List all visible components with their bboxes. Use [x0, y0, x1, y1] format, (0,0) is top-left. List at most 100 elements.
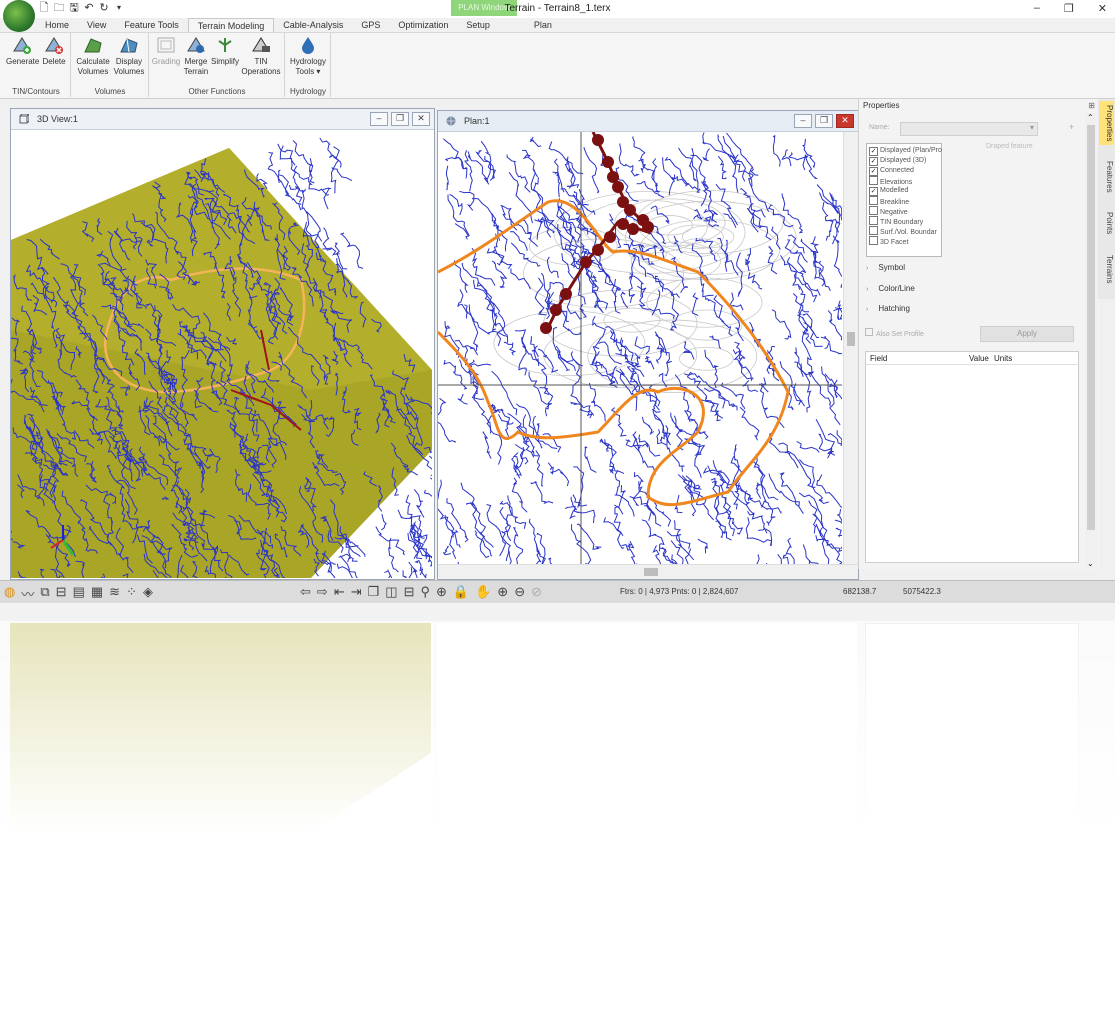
column-field[interactable]: Field	[870, 354, 887, 363]
close-button[interactable]: ✕	[1098, 2, 1107, 15]
scroll-up-icon[interactable]: ⌃	[1087, 113, 1094, 122]
check-item[interactable]: ✓ Displayed (3D)	[869, 156, 926, 166]
checkbox[interactable]: ✓	[869, 157, 878, 166]
checkbox[interactable]	[869, 196, 878, 205]
grid-icon[interactable]: ▦	[91, 584, 103, 603]
check-item[interactable]: TIN Boundary	[869, 216, 923, 226]
view-3d-close-button[interactable]: ✕	[412, 112, 430, 126]
check-item[interactable]: 3D Facet	[869, 236, 908, 246]
path-node[interactable]	[580, 256, 592, 268]
layers-icon[interactable]: ◈	[143, 584, 153, 603]
merge-terrain-button[interactable]: Merge Terrain	[182, 35, 210, 77]
tin-operations-button[interactable]: TIN Operations	[240, 35, 282, 77]
plan-vertical-scrollbar[interactable]	[843, 132, 858, 564]
arrow-left-icon[interactable]: ⇦	[300, 584, 311, 600]
view-3d-minimize-button[interactable]: –	[370, 112, 388, 126]
grading-button[interactable]: Grading	[150, 35, 182, 67]
plan-window[interactable]: Plan:1 – ❐ ✕	[437, 110, 859, 580]
checkbox[interactable]	[869, 206, 878, 215]
path-node[interactable]	[642, 221, 654, 233]
properties-pin-icon[interactable]: ⊞	[1088, 101, 1095, 110]
side-tab-terrains[interactable]: Terrains	[1099, 249, 1114, 289]
3d-box-icon[interactable]: ⧉	[40, 584, 49, 603]
checkbox[interactable]	[865, 328, 873, 336]
column-value[interactable]: Value	[969, 354, 989, 363]
properties-scroll-thumb[interactable]	[1087, 125, 1095, 530]
restore-button[interactable]: ❐	[1064, 2, 1074, 15]
checkbox[interactable]	[869, 226, 878, 235]
view-3d-restore-button[interactable]: ❐	[391, 112, 409, 126]
side-tab-points[interactable]: Points	[1099, 207, 1114, 239]
minimize-button[interactable]: –	[1034, 2, 1040, 15]
tab-plan[interactable]: Plan	[525, 18, 561, 32]
tab-optimization[interactable]: Optimization	[389, 18, 457, 32]
plan-minimize-button[interactable]: –	[794, 114, 812, 128]
tile-vertical-icon[interactable]: ◫	[385, 584, 397, 600]
arrow-forward-icon[interactable]: ⇥	[351, 584, 362, 600]
section-symbol[interactable]: › Symbol	[866, 263, 905, 272]
check-item[interactable]: Breakline	[869, 196, 909, 206]
profile-icon[interactable]: 〰	[21, 584, 34, 603]
terrain-3d-canvas[interactable]	[11, 130, 432, 578]
arrow-back-icon[interactable]: ⇤	[334, 584, 345, 600]
checkbox[interactable]	[869, 176, 878, 185]
side-tab-features[interactable]: Features	[1099, 157, 1114, 197]
path-node[interactable]	[592, 244, 604, 256]
plan-horizontal-scrollbar[interactable]	[438, 564, 858, 579]
tab-home[interactable]: Home	[36, 18, 78, 32]
calculate-volumes-button[interactable]: Calculate Volumes	[76, 35, 110, 77]
plan-close-button[interactable]: ✕	[836, 114, 854, 128]
path-node[interactable]	[612, 181, 624, 193]
plan-scroll-thumb[interactable]	[847, 332, 855, 346]
zoom-in-icon[interactable]: ⊕	[497, 584, 508, 600]
plan-canvas[interactable]	[438, 132, 842, 564]
tab-setup[interactable]: Setup	[457, 18, 499, 32]
path-node[interactable]	[592, 134, 604, 146]
zoom-out-icon[interactable]: ⊖	[514, 584, 525, 600]
check-item[interactable]: ✓ Connected	[869, 166, 914, 176]
path-node[interactable]	[550, 304, 562, 316]
path-node[interactable]	[602, 156, 614, 168]
check-item[interactable]: Surf./Vol. Boundar	[869, 226, 937, 236]
checkbox[interactable]	[869, 216, 878, 225]
path-node[interactable]	[604, 231, 616, 243]
section-hatching[interactable]: › Hatching	[866, 304, 910, 313]
check-item[interactable]: Negative	[869, 206, 908, 216]
section-color-line[interactable]: › Color/Line	[866, 284, 915, 293]
tab-gps[interactable]: GPS	[352, 18, 389, 32]
path-node[interactable]	[617, 218, 629, 230]
lock-icon[interactable]: 🔒	[453, 584, 469, 600]
check-item[interactable]: Elevations	[869, 176, 912, 186]
tab-terrain-modeling[interactable]: Terrain Modeling	[187, 18, 275, 33]
section-icon[interactable]: ⊟	[56, 584, 67, 603]
cascade-icon[interactable]: ❐	[368, 584, 380, 600]
side-tab-properties[interactable]: Properties	[1099, 101, 1114, 145]
name-select[interactable]: ▾	[900, 122, 1038, 136]
checkbox[interactable]: ✓	[869, 187, 878, 196]
view-3d-window[interactable]: 3D View:1 – ❐ ✕	[10, 108, 435, 580]
scroll-down-icon[interactable]: ⌄	[1087, 559, 1094, 568]
points-icon[interactable]: ⁘	[126, 584, 137, 603]
delete-button[interactable]: Delete	[40, 35, 68, 67]
arrow-right-icon[interactable]: ⇨	[317, 584, 328, 600]
pan-hand-icon[interactable]: ✋	[475, 584, 491, 600]
checkbox[interactable]: ✓	[869, 147, 878, 156]
simplify-button[interactable]: Simplify	[210, 35, 240, 67]
tab-feature-tools[interactable]: Feature Tools	[115, 18, 187, 32]
properties-add-icon[interactable]: +	[1069, 122, 1074, 132]
path-node[interactable]	[624, 204, 636, 216]
display-volumes-button[interactable]: Display Volumes	[112, 35, 146, 77]
app-logo-icon[interactable]	[3, 0, 35, 32]
tab-cable-analysis[interactable]: Cable-Analysis	[274, 18, 352, 32]
checkbox[interactable]	[869, 236, 878, 245]
layout-icon[interactable]: ▤	[73, 584, 85, 603]
path-node[interactable]	[540, 322, 552, 334]
path-node[interactable]	[560, 288, 572, 300]
check-item[interactable]: ✓ Displayed (Plan/Pro	[869, 146, 942, 156]
tile-horizontal-icon[interactable]: ⊟	[404, 584, 415, 600]
check-item[interactable]: ✓ Modelled	[869, 186, 908, 196]
generate-button[interactable]: Generate	[6, 35, 39, 67]
column-units[interactable]: Units	[994, 354, 1012, 363]
zoom-extents-icon[interactable]: ⊕	[436, 584, 447, 600]
terrain-icon[interactable]: ◍	[4, 584, 15, 603]
